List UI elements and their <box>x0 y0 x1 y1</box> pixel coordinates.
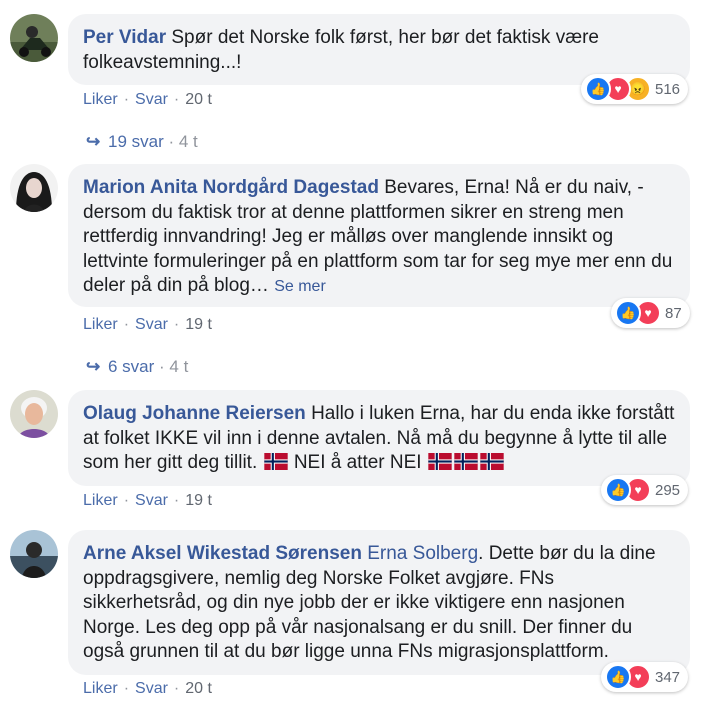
comment-time[interactable]: 20 t <box>185 680 212 697</box>
avatar[interactable] <box>10 530 58 578</box>
comment-author[interactable]: Olaug Johanne Reiersen <box>83 403 306 424</box>
reply-button[interactable]: Svar <box>135 316 168 333</box>
like-icon: 👍 <box>605 477 631 503</box>
comment-actions: Liker · Svar · 19 t <box>83 316 212 333</box>
like-button[interactable]: Liker <box>83 492 118 509</box>
replies-count[interactable]: 6 svar <box>108 357 154 376</box>
replies-count[interactable]: 19 svar <box>108 132 164 151</box>
norway-flag-icon <box>263 453 288 470</box>
view-replies-link[interactable]: ↪ 19 svar · 4 t <box>86 132 198 152</box>
reactions-summary[interactable]: 👍 ♥ 😠 516 <box>581 74 689 104</box>
comment-actions: Liker · Svar · 19 t <box>83 492 212 509</box>
comment-bubble: Marion Anita Nordgård Dagestad Bevares, … <box>68 164 690 307</box>
comment-author[interactable]: Marion Anita Nordgård Dagestad <box>83 177 379 198</box>
reactions-summary[interactable]: 👍 ♥ 87 <box>611 298 690 328</box>
comment-bubble: Olaug Johanne Reiersen Hallo i luken Ern… <box>68 390 690 486</box>
avatar[interactable] <box>10 14 58 62</box>
norway-flag-icon <box>480 453 504 470</box>
reply-button[interactable]: Svar <box>135 492 168 509</box>
replies-time: 4 t <box>178 132 198 151</box>
like-icon: 👍 <box>615 300 641 326</box>
like-button[interactable]: Liker <box>83 680 118 697</box>
avatar[interactable] <box>10 390 58 438</box>
like-icon: 👍 <box>585 76 611 102</box>
reply-arrow-icon: ↪ <box>86 132 101 151</box>
view-replies-link[interactable]: ↪ 6 svar · 4 t <box>86 357 188 377</box>
comment-time[interactable]: 19 t <box>185 316 212 333</box>
reaction-count: 295 <box>655 481 681 499</box>
comment-bubble: Arne Aksel Wikestad Sørensen Erna Solber… <box>68 530 690 675</box>
reply-button[interactable]: Svar <box>135 91 168 108</box>
comment-actions: Liker · Svar · 20 t <box>83 91 212 108</box>
reaction-count: 516 <box>655 80 681 98</box>
reactions-summary[interactable]: 👍 ♥ 347 <box>601 662 689 692</box>
comment-author[interactable]: Arne Aksel Wikestad Sørensen <box>83 543 362 564</box>
see-more-link[interactable]: Se mer <box>274 278 326 295</box>
like-icon: 👍 <box>605 664 631 690</box>
norway-flag-icon <box>428 453 452 470</box>
replies-time: 4 t <box>169 357 189 376</box>
norway-flag-icon <box>454 453 478 470</box>
comment-author[interactable]: Per Vidar <box>83 27 166 48</box>
reaction-count: 87 <box>665 304 682 322</box>
reaction-count: 347 <box>655 668 681 686</box>
reply-button[interactable]: Svar <box>135 680 168 697</box>
mention-link[interactable]: Erna Solberg <box>367 543 478 564</box>
comment-time[interactable]: 19 t <box>185 492 212 509</box>
reply-arrow-icon: ↪ <box>86 357 101 376</box>
like-button[interactable]: Liker <box>83 91 118 108</box>
comment-time[interactable]: 20 t <box>185 91 212 108</box>
comment-actions: Liker · Svar · 20 t <box>83 680 212 697</box>
avatar[interactable] <box>10 164 58 212</box>
like-button[interactable]: Liker <box>83 316 118 333</box>
reactions-summary[interactable]: 👍 ♥ 295 <box>601 475 689 505</box>
comment-text: NEI å atter NEI <box>293 452 422 473</box>
